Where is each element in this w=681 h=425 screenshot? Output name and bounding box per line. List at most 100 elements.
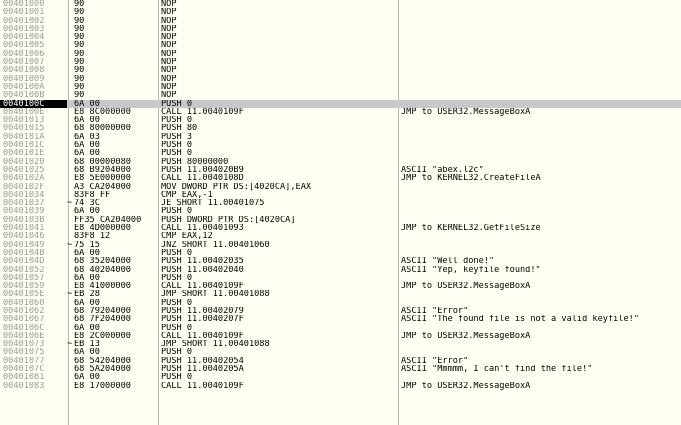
hex-dump-cell: 90 [74,0,85,9]
hex-dump-cell: 75 15 [74,240,100,249]
disassembly-cell: CMP EAX,12 [161,232,213,241]
hex-dump-cell: 68 54204000 [74,356,131,366]
disassembly-row[interactable]: 00401003 90 NOP [0,25,681,33]
disassembly-row[interactable]: 0040101E 6A 00 PUSH 0 [0,149,681,157]
disassembly-row[interactable]: 0040103B FF35 CA204000 PUSH DWORD PTR DS… [0,216,681,224]
disassembly-row[interactable]: 00401001 90 NOP [0,8,681,16]
disassembly-row[interactable]: 0040106E E8 2C000000 CALL 11.0040109F JM… [0,332,681,340]
disassembly-row[interactable]: 0040100E E8 8C000000 CALL 11.0040109F JM… [0,108,681,116]
disassembly-row[interactable]: 00401039 6A 00 PUSH 0 [0,207,681,215]
disassembly-row[interactable]: 00401046 83F8 12 CMP EAX,12 [0,232,681,240]
disassembly-row[interactable]: 00401025 68 B9204000 PUSH 11.004020B9 AS… [0,166,681,174]
disassembly-row[interactable]: 00401013 6A 00 PUSH 0 [0,116,681,124]
disassembly-row[interactable]: 0040106C 6A 00 PUSH 0 [0,324,681,332]
disassembly-cell: PUSH 3 [161,132,193,142]
disassembly-row[interactable]: 0040102A E8 5E000000 CALL 11.0040108D JM… [0,174,681,182]
disassembly-row[interactable]: 00401049 ~ 75 15 JNZ SHORT 11.00401060 [0,241,681,249]
disassembly-cell: PUSH 0 [161,323,193,332]
disassembly-row[interactable]: 00401075 6A 00 PUSH 0 [0,348,681,356]
comment-cell: ASCII "Mmmmm, I can't find the file!" [401,365,593,374]
disassembly-cell: PUSH 0 [161,348,193,357]
disassembly-cell: NOP [161,82,177,92]
disassembly-cell: NOP [161,33,177,42]
disassembly-row[interactable]: 00401020 68 00000080 PUSH 80000000 [0,158,681,166]
disassembly-row[interactable]: 00401077 68 54204000 PUSH 11.00402054 AS… [0,357,681,365]
disassembly-row[interactable]: 0040104D 68 35204000 PUSH 11.00402035 AS… [0,257,681,265]
disassembly-row[interactable]: 0040101C 6A 00 PUSH 0 [0,141,681,149]
disassembly-row[interactable]: 00401004 90 NOP [0,33,681,41]
disassembly-row[interactable]: 00401008 90 NOP [0,66,681,74]
address-cell: 0040106E [3,331,45,341]
address-cell: 00401075 [3,348,45,357]
comment-cell: ASCII "Error" [401,306,469,316]
address-cell: 0040100B [3,91,45,100]
disassembly-row[interactable]: 00401015 68 80000000 PUSH 80 [0,124,681,132]
hex-dump-cell: 6A 00 [74,298,100,307]
hex-dump-cell: 90 [74,91,85,100]
disassembly-cell: NOP [161,0,177,9]
hex-dump-cell: E8 2C000000 [74,331,131,341]
disassembly-row[interactable]: 00401057 6A 00 PUSH 0 [0,274,681,282]
disassembly-row[interactable]: 0040101A 6A 03 PUSH 3 [0,133,681,141]
disassembly-row[interactable]: 00401037 ~ 74 3C JE SHORT 11.00401075 [0,199,681,207]
disassembly-row[interactable]: 0040105E ~ EB 28 JMP SHORT 11.00401088 [0,290,681,298]
disassembly-listing[interactable]: 00401000 90 NOP 00401001 90 NOP 00401002… [0,0,681,425]
disassembly-row[interactable]: 0040100C 6A 00 PUSH 0 [0,99,681,108]
hex-dump-cell: 6A 00 [74,99,100,108]
hex-dump-cell: 6A 00 [74,323,100,332]
disassembly-row[interactable]: 00401007 90 NOP [0,58,681,66]
disassembly-row[interactable]: 00401052 68 40204000 PUSH 11.00402040 AS… [0,266,681,274]
disassembly-row[interactable]: 00401000 90 NOP [0,0,681,8]
disassembly-row[interactable]: 00401005 90 NOP [0,41,681,49]
disassembly-row[interactable]: 00401073 ~ EB 13 JMP SHORT 11.00401088 [0,340,681,348]
address-cell: 00401067 [3,315,45,324]
disassembly-cell: PUSH 11.0040207F [161,315,244,324]
address-cell: 00401001 [3,8,45,17]
disassembly-row[interactable]: 0040102F A3 CA204000 MOV DWORD PTR DS:[4… [0,183,681,191]
disassembly-cell: PUSH 11.00402054 [161,356,244,366]
address-cell: 0040102A [3,174,45,183]
disassembly-row[interactable]: 00401059 E8 41000000 CALL 11.0040109F JM… [0,282,681,290]
hex-dump-cell: 90 [74,82,85,92]
address-cell: 00401052 [3,265,45,274]
disassembly-cell: PUSH 0 [161,248,193,258]
disassembly-row[interactable]: 00401083 E8 17000000 CALL 11.0040109F JM… [0,382,681,390]
disassembly-cell: PUSH 0 [161,116,193,125]
disassembly-row[interactable]: 0040107C 68 5A204000 PUSH 11.0040205A AS… [0,365,681,373]
disassembly-row[interactable]: 0040104B 6A 00 PUSH 0 [0,249,681,257]
hex-dump-cell: 68 00000080 [74,157,131,166]
comment-cell: ASCII "Well done!" [401,257,495,266]
hex-dump-cell: 6A 00 [74,116,100,125]
disassembly-row[interactable]: 00401081 6A 00 PUSH 0 [0,373,681,381]
hex-dump-cell: 90 [74,49,85,59]
disassembly-row[interactable]: 0040100B 90 NOP [0,91,681,99]
disassembly-row[interactable]: 00401041 E8 4D000000 CALL 11.00401093 JM… [0,224,681,232]
disassembly-cell: NOP [161,8,177,17]
disassembly-cell: CALL 11.00401093 [161,224,244,233]
hex-dump-cell: 68 40204000 [74,265,131,274]
address-cell: 00401039 [3,207,45,216]
disassembly-row[interactable]: 00401002 90 NOP [0,17,681,25]
address-cell: 00401000 [3,0,45,9]
disassembly-row[interactable]: 00401009 90 NOP [0,75,681,83]
hex-dump-cell: 90 [74,33,85,42]
disassembly-row[interactable]: 00401006 90 NOP [0,50,681,58]
disassembly-cell: PUSH 0 [161,273,193,283]
address-cell: 00401008 [3,66,45,75]
hex-dump-cell: FF35 CA204000 [74,215,142,225]
disassembly-row[interactable]: 00401062 68 79204000 PUSH 11.00402079 AS… [0,307,681,315]
address-cell: 0040101A [3,132,45,142]
disassembly-row[interactable]: 0040100A 90 NOP [0,83,681,91]
hex-dump-cell: A3 CA204000 [74,182,131,191]
hex-dump-cell: 90 [74,66,85,75]
disassembly-row[interactable]: 00401067 68 7F204000 PUSH 11.0040207F AS… [0,315,681,323]
disassembly-row[interactable]: 00401060 6A 00 PUSH 0 [0,299,681,307]
disassembly-cell: NOP [161,41,177,50]
comment-cell: JMP to USER32.MessageBoxA [401,282,531,291]
disassembly-cell: PUSH 0 [161,99,193,108]
disassembly-row[interactable]: 00401034 83F8 FF CMP EAX,-1 [0,191,681,199]
disassembly-cell: CALL 11.0040109F [161,331,244,341]
hex-dump-cell: 68 80000000 [74,124,131,133]
comment-cell: JMP to USER32.MessageBoxA [401,331,531,341]
disassembly-cell: PUSH 11.0040205A [161,365,244,374]
